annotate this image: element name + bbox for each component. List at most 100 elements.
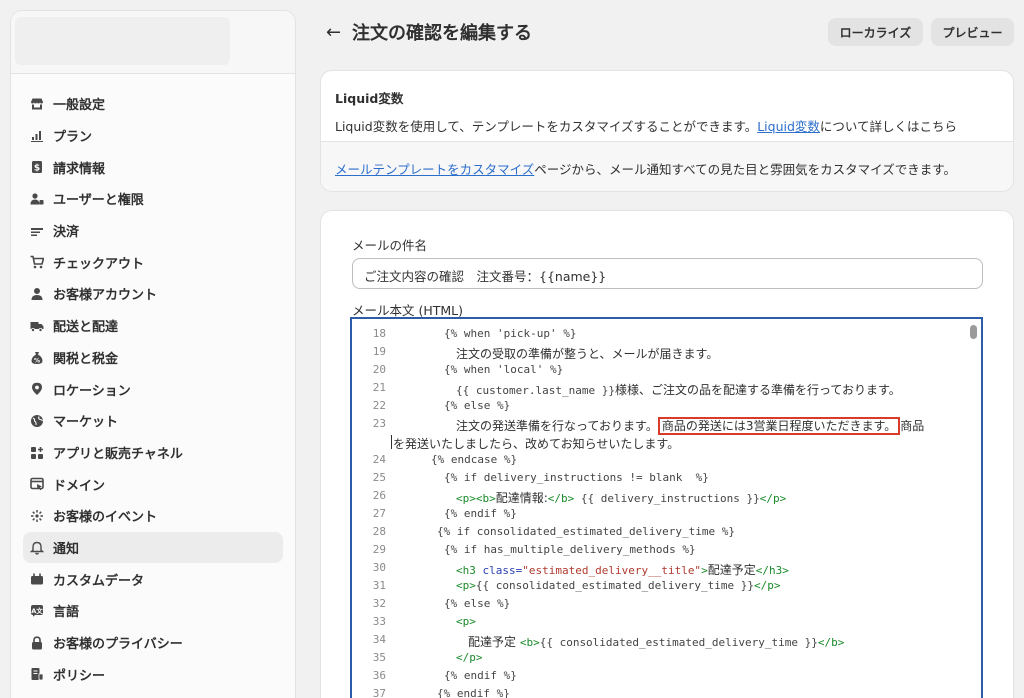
code-line: 31 <p>{{ consolidated_estimated_delivery… [352, 577, 981, 595]
customize-template-link[interactable]: メールテンプレートをカスタマイズ [335, 162, 534, 177]
liquid-variables-card: Liquid変数 Liquid変数を使用して、テンプレートをカスタマイズすること… [320, 70, 1014, 192]
sidebar-item-label: ポリシー [53, 668, 106, 684]
svg-text:%: % [34, 357, 40, 364]
html-tag: <p> [456, 615, 476, 628]
custom-data-icon [30, 572, 44, 586]
code-text: {% when 'pick-up' %} [444, 327, 577, 340]
sidebar-item-customer-privacy[interactable]: お客様のプライバシー [23, 627, 283, 659]
sidebar-item-locations[interactable]: ロケーション [23, 373, 283, 405]
subject-input[interactable]: ご注文内容の確認 注文番号：{{name}} [352, 258, 983, 289]
sidebar-item-markets[interactable]: マーケット [23, 405, 283, 437]
line-number: 32 [372, 597, 386, 610]
code-line: 28 {% if consolidated_estimated_delivery… [352, 523, 981, 541]
html-tag: <p> [456, 579, 476, 592]
sidebar-item-label: チェックアウト [53, 256, 145, 272]
events-icon [30, 509, 44, 523]
sidebar-item-duties-taxes[interactable]: % 関税と税金 [23, 342, 283, 374]
line-number: 21 [372, 381, 386, 394]
localize-button[interactable]: ローカライズ [828, 18, 923, 46]
truck-icon [30, 319, 44, 333]
store-selector[interactable] [15, 17, 230, 65]
plan-icon [30, 129, 44, 143]
sidebar-item-apps-channels[interactable]: アプリと販売チャネル [23, 437, 283, 469]
html-tag: > [701, 564, 708, 577]
description-text: Liquid変数を使用して、テンプレートをカスタマイズすることができます。 [335, 119, 758, 134]
page-header: ← 注文の確認を編集する ローカライズ プレビュー [322, 14, 1017, 50]
sidebar-item-customer-accounts[interactable]: お客様アカウント [23, 278, 283, 310]
sidebar-item-plan[interactable]: プラン [23, 120, 283, 152]
sidebar-item-shipping[interactable]: 配送と配達 [23, 310, 283, 342]
sidebar-item-payments[interactable]: 決済 [23, 215, 283, 247]
code-text-jp: 様様、ご注文の品を配達する準備を行っております。 [614, 383, 901, 397]
store-icon [30, 97, 44, 111]
line-number: 29 [372, 543, 386, 556]
code-text: {{ consolidated_estimated_delivery_time … [475, 579, 755, 592]
sidebar-item-general[interactable]: 一般設定 [23, 88, 283, 120]
code-line: 30 <h3 class="estimated_delivery__title"… [352, 559, 981, 577]
html-string: "estimated_delivery__title" [522, 564, 702, 577]
code-text: {{ consolidated_estimated_delivery_time … [539, 636, 818, 649]
liquid-variables-link[interactable]: Liquid変数 [757, 119, 820, 134]
code-line: 19 注文の受取の準備が整うと、メールが届きます。 [352, 343, 981, 361]
code-text: 注文の発送準備を行なっております。 [456, 419, 658, 433]
code-text: 商品 [900, 419, 925, 433]
payments-icon [30, 224, 44, 238]
code-text: {% if consolidated_estimated_delivery_ti… [437, 525, 736, 538]
sidebar-item-label: 配送と配達 [53, 320, 119, 336]
html-tag: <p><b> [456, 492, 496, 505]
line-number: 25 [372, 471, 386, 484]
code-text: {% if has_multiple_delivery_methods %} [444, 543, 696, 556]
code-text: {{ customer.last_name }} [456, 384, 615, 397]
line-number: 33 [372, 615, 386, 628]
preview-button[interactable]: プレビュー [931, 18, 1014, 46]
code-line: 29 {% if has_multiple_delivery_methods %… [352, 541, 981, 559]
html-tag: </p> [754, 579, 781, 592]
line-number: 35 [372, 651, 386, 664]
code-text: {{ delivery_instructions }} [574, 492, 760, 505]
back-arrow-icon[interactable]: ← [326, 22, 341, 43]
code-line: 37 {% endif %} [352, 685, 981, 698]
sidebar-item-notifications[interactable]: 通知 [23, 531, 283, 564]
sidebar-item-users[interactable]: ユーザーと権限 [23, 183, 283, 215]
html-body-editor[interactable]: 18 {% when 'pick-up' %} 19 注文の受取の準備が整うと、… [350, 317, 983, 698]
sidebar-item-label: お客様のイベント [53, 510, 158, 526]
sidebar-item-label: お客様アカウント [53, 288, 158, 304]
cart-icon [30, 255, 44, 269]
sidebar-item-languages[interactable]: A文 言語 [23, 595, 283, 627]
code-line: 22 {% else %} [352, 397, 981, 415]
html-tag: </p> [759, 492, 787, 505]
text-cursor [391, 435, 392, 449]
code-line: 34 配達予定 <b>{{ consolidated_estimated_del… [352, 631, 981, 649]
code-line: 21 {{ customer.last_name }}様様、ご注文の品を配達する… [352, 379, 981, 397]
line-number: 20 [372, 363, 386, 376]
domain-icon [30, 477, 44, 491]
card-footer: メールテンプレートをカスタマイズページから、メール通知すべての見た目と雰囲気をカ… [321, 141, 1013, 191]
code-line: 26 <p><b>配達情報:</b> {{ delivery_instructi… [352, 487, 981, 505]
tax-icon: % [30, 351, 44, 365]
code-text: {% else %} [444, 597, 511, 610]
footer-text: メールテンプレートをカスタマイズページから、メール通知すべての見た目と雰囲気をカ… [335, 159, 956, 178]
sidebar-item-label: ユーザーと権限 [53, 193, 144, 209]
svg-text:$: $ [34, 164, 40, 174]
sidebar-item-billing[interactable]: $ 請求情報 [23, 151, 283, 183]
html-tag: <h3 [456, 564, 483, 577]
card-description: Liquid変数を使用して、テンプレートをカスタマイズすることができます。Liq… [335, 116, 957, 135]
sidebar-item-label: カスタムデータ [53, 573, 145, 589]
sidebar-item-label: ロケーション [53, 383, 131, 399]
html-tag: </h3> [755, 564, 789, 577]
sidebar-item-label: 通知 [53, 541, 80, 557]
code-line: 23 注文の発送準備を行なっております。 商品の発送には3営業日程度いただきます。… [352, 415, 981, 435]
code-text: {% if delivery_instructions != blank %} [444, 471, 709, 484]
description-suffix: について詳しくはこちら [819, 119, 958, 134]
sidebar-item-policies[interactable]: ポリシー [23, 658, 283, 690]
line-number: 19 [372, 345, 386, 358]
line-number: 27 [372, 507, 386, 520]
sidebar-item-label: お客様のプライバシー [53, 637, 183, 653]
sidebar-item-custom-data[interactable]: カスタムデータ [23, 563, 283, 595]
apps-icon [30, 446, 44, 460]
line-number: 37 [372, 687, 386, 698]
code-line: 18 {% when 'pick-up' %} [352, 325, 981, 343]
sidebar-item-domains[interactable]: ドメイン [23, 468, 283, 500]
sidebar-item-customer-events[interactable]: お客様のイベント [23, 500, 283, 532]
sidebar-item-checkout[interactable]: チェックアウト [23, 246, 283, 278]
